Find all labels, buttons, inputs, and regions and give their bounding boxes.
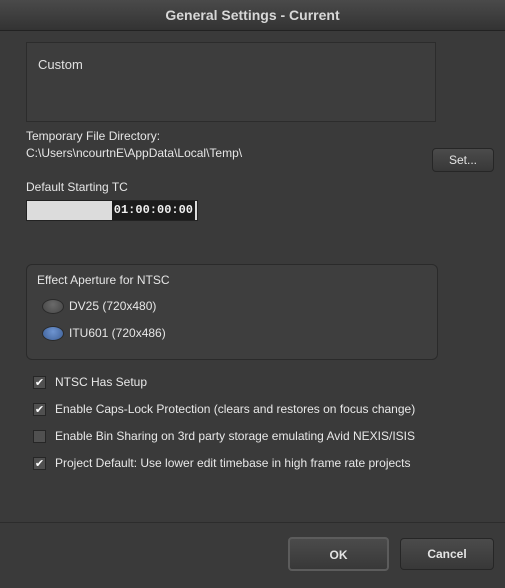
radio-dv25-label: DV25 (720x480) xyxy=(69,299,157,313)
checkbox-bin-sharing[interactable] xyxy=(33,430,46,443)
temp-dir-label: Temporary File Directory: xyxy=(26,129,161,143)
cancel-button[interactable]: Cancel xyxy=(400,538,494,570)
checkbox-caps-lock-label: Enable Caps-Lock Protection (clears and … xyxy=(55,402,416,416)
temp-dir-path: C:\Users\ncourtnE\AppData\Local\Temp\ xyxy=(26,146,243,160)
settings-name-box[interactable]: Custom xyxy=(26,42,436,122)
default-tc-field[interactable]: 01:00:00:00 xyxy=(26,200,198,221)
checkmark-icon: ✔ xyxy=(34,404,45,416)
checkmark-icon: ✔ xyxy=(34,458,45,470)
radio-itu601-label: ITU601 (720x486) xyxy=(69,326,166,340)
checkbox-lower-timebase-label: Project Default: Use lower edit timebase… xyxy=(55,456,411,470)
radio-dv25[interactable] xyxy=(42,299,64,314)
radio-itu601[interactable] xyxy=(42,326,64,341)
settings-name: Custom xyxy=(38,57,83,72)
footer-divider xyxy=(0,522,505,523)
ok-button[interactable]: OK xyxy=(288,537,389,571)
window-title: General Settings - Current xyxy=(0,0,505,31)
checkbox-bin-sharing-label: Enable Bin Sharing on 3rd party storage … xyxy=(55,429,415,443)
effect-aperture-title: Effect Aperture for NTSC xyxy=(37,273,170,287)
checkbox-ntsc-setup-label: NTSC Has Setup xyxy=(55,375,148,389)
checkmark-icon: ✔ xyxy=(34,377,45,389)
general-settings-dialog: General Settings - Current Custom Tempor… xyxy=(0,0,505,588)
checkbox-caps-lock[interactable]: ✔ xyxy=(33,403,46,416)
effect-aperture-group: Effect Aperture for NTSC DV25 (720x480) … xyxy=(26,264,438,360)
default-tc-label: Default Starting TC xyxy=(26,180,128,194)
checkbox-lower-timebase[interactable]: ✔ xyxy=(33,457,46,470)
default-tc-value: 01:00:00:00 xyxy=(111,201,195,220)
set-directory-button[interactable]: Set... xyxy=(432,148,494,172)
checkbox-ntsc-setup[interactable]: ✔ xyxy=(33,376,46,389)
